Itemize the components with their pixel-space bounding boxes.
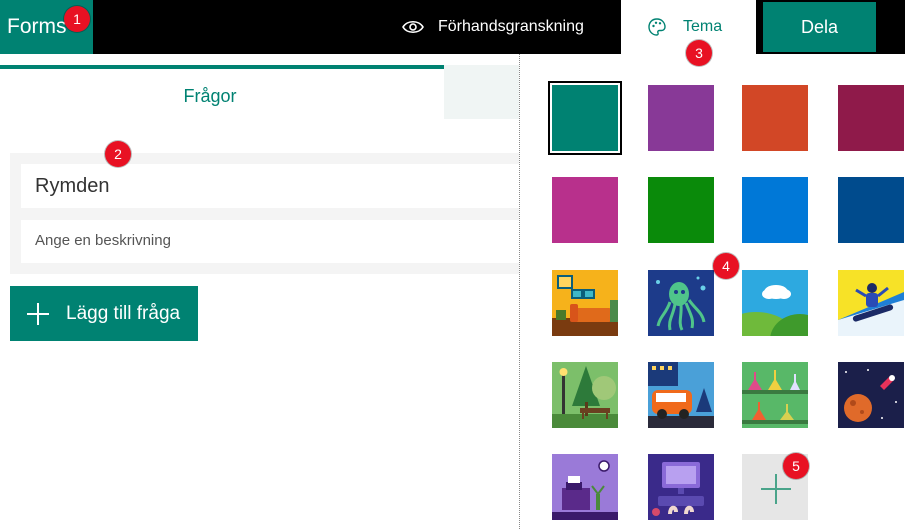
park-image [552,362,618,428]
theme-image-park[interactable] [552,362,618,428]
color-swatch [552,177,618,243]
palette-icon [648,18,666,36]
theme-color-purple[interactable] [648,85,714,151]
computer-hands-image [648,454,714,520]
add-question-button[interactable]: Lägg till fråga [10,286,198,341]
lab-flasks-image [742,362,808,428]
theme-color-magenta[interactable] [552,177,618,243]
theme-color-green[interactable] [648,177,714,243]
theme-label: Tema [683,18,723,35]
eye-icon [402,20,424,34]
color-swatch [552,85,618,151]
annotation-marker-1: 1 [64,6,90,32]
living-room-image [552,270,618,336]
top-bar: Forms Förhandsgranskning Tema Dela [0,0,905,54]
annotation-marker-3: 3 [686,40,712,66]
theme-image-office-desk[interactable] [552,454,618,520]
theme-color-teal[interactable] [548,81,622,155]
hills-cloud-image [742,270,808,336]
theme-panel [519,54,905,529]
color-swatch [742,177,808,243]
theme-color-blue[interactable] [742,177,808,243]
form-editor: Frågor Rymden Ange en beskrivning Lägg t… [0,54,519,529]
octopus-image [648,270,714,336]
theme-image-snowboarder[interactable] [838,270,904,336]
theme-image-hills-cloud[interactable] [742,270,808,336]
van-image [648,362,714,428]
theme-color-orange[interactable] [742,85,808,151]
preview-button[interactable]: Förhandsgranskning [402,0,584,54]
color-swatch [838,85,904,151]
preview-label: Förhandsgranskning [438,18,584,35]
office-desk-image [552,454,618,520]
tab-questions[interactable]: Frågor [0,65,444,119]
tab-responses[interactable] [444,65,519,119]
tab-questions-label: Frågor [183,86,237,106]
theme-image-octopus[interactable] [648,270,714,336]
form-title-field[interactable]: Rymden [21,164,519,208]
annotation-marker-4: 4 [713,253,739,279]
color-swatch [648,85,714,151]
theme-image-space-planet[interactable] [838,362,904,428]
theme-color-navy[interactable] [838,177,904,243]
theme-color-maroon[interactable] [838,85,904,151]
share-button[interactable]: Dela [763,2,876,52]
theme-image-van[interactable] [648,362,714,428]
form-header-card: Rymden Ange en beskrivning [10,153,519,274]
plus-icon [27,302,49,325]
color-swatch [838,177,904,243]
theme-image-computer-hands[interactable] [648,454,714,520]
snowboarder-image [838,270,904,336]
forms-app: Forms Förhandsgranskning Tema Dela Frågo… [0,0,905,529]
add-question-label: Lägg till fråga [66,302,181,324]
annotation-marker-5: 5 [783,453,809,479]
color-swatch [742,85,808,151]
form-description-field[interactable]: Ange en beskrivning [21,220,519,263]
theme-image-living-room[interactable] [552,270,618,336]
theme-image-lab-flasks[interactable] [742,362,808,428]
space-planet-image [838,362,904,428]
color-swatch [648,177,714,243]
annotation-marker-2: 2 [105,141,131,167]
